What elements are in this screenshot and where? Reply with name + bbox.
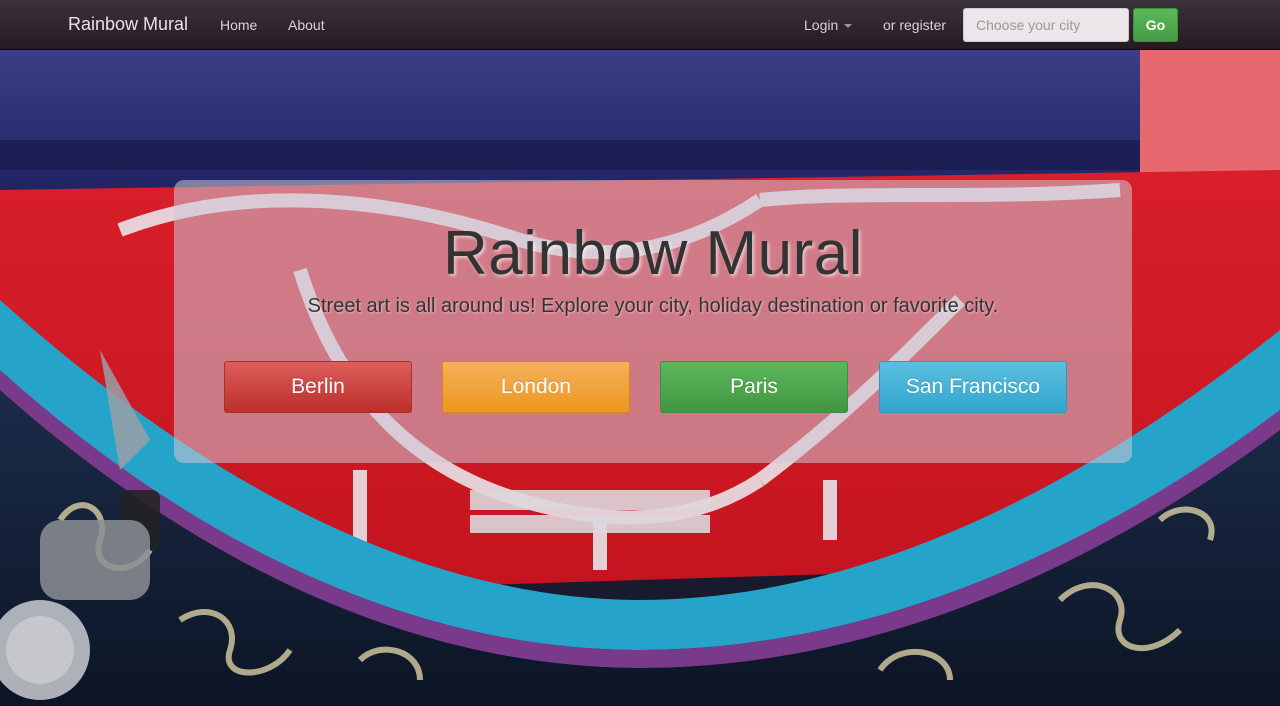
city-search-input[interactable] [963,8,1129,42]
city-button-paris[interactable]: Paris [660,361,848,413]
hero-subtitle: Street art is all around us! Explore you… [307,295,999,317]
brand-link[interactable]: Rainbow Mural [68,14,188,35]
hero-panel: Rainbow Mural Street art is all around u… [174,180,1132,463]
city-button-berlin[interactable]: Berlin [224,361,412,413]
nav-home-link[interactable]: Home [220,17,257,33]
city-button-san-francisco[interactable]: San Francisco [879,361,1067,413]
go-button[interactable]: Go [1133,8,1178,42]
top-navbar: Rainbow Mural Home About Login or regist… [0,0,1280,50]
city-button-london[interactable]: London [442,361,630,413]
login-dropdown[interactable]: Login [804,17,853,33]
login-label: Login [804,17,839,33]
nav-about-link[interactable]: About [288,17,325,33]
register-link[interactable]: or register [883,17,946,33]
caret-down-icon [844,24,853,29]
hero-title: Rainbow Mural [442,219,863,288]
